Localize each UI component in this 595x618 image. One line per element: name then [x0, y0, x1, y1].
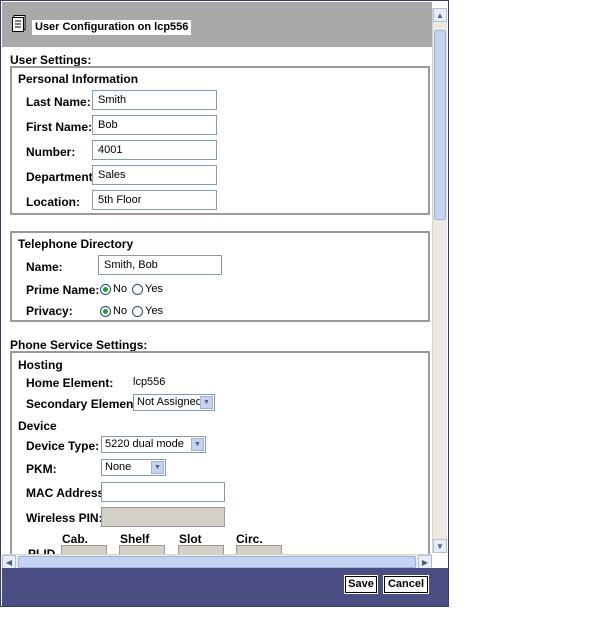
privacy-yes-label: Yes [145, 305, 163, 317]
chevron-down-icon: ▼ [151, 461, 164, 474]
scroll-up-icon[interactable]: ▲ [433, 8, 447, 22]
mac-address-label: MAC Address: [26, 486, 109, 500]
phone-service-heading: Phone Service Settings: [10, 338, 148, 352]
prime-name-no-radio[interactable] [100, 284, 111, 295]
dialog-footer: Save Cancel [2, 568, 448, 606]
horizontal-scroll-thumb[interactable] [18, 556, 416, 568]
secondary-element-value: Not Assigned [137, 396, 202, 408]
prime-name-yes-label: Yes [145, 283, 163, 295]
window-title: User Configuration on lcp556 [32, 20, 192, 35]
location-field[interactable]: 5th Floor [92, 190, 217, 210]
mac-address-field[interactable] [101, 482, 225, 502]
last-name-field[interactable]: Smith [92, 90, 217, 110]
first-name-label: First Name: [26, 120, 93, 134]
directory-name-label: Name: [26, 260, 63, 274]
vertical-scroll-thumb[interactable] [434, 30, 446, 220]
plid-column-slot: Slot [179, 532, 202, 546]
device-type-label: Device Type: [26, 439, 100, 453]
title-bar: User Configuration on lcp556 [2, 2, 432, 47]
department-field[interactable]: Sales [92, 165, 217, 185]
save-button[interactable]: Save [345, 576, 377, 593]
privacy-label: Privacy: [26, 304, 73, 318]
first-name-field[interactable]: Bob [92, 115, 217, 135]
last-name-label: Last Name: [26, 95, 91, 109]
dialog-window: User Configuration on lcp556 User Settin… [0, 0, 449, 607]
device-type-select[interactable]: 5220 dual mode ▼ [101, 436, 206, 453]
plid-column-circ: Circ. [236, 532, 263, 546]
secondary-element-label: Secondary Element: [26, 397, 142, 411]
home-element-value: lcp556 [133, 376, 166, 388]
phone-service-group: Hosting Home Element: lcp556 Secondary E… [10, 351, 430, 556]
privacy-no-label: No [113, 305, 128, 317]
secondary-element-select[interactable]: Not Assigned ▼ [133, 394, 215, 411]
cancel-button[interactable]: Cancel [384, 576, 428, 593]
pkm-value: None [105, 461, 132, 473]
department-label: Department: [26, 170, 97, 184]
personal-information-group: Personal Information Last Name: Smith Fi… [10, 66, 430, 215]
pkm-label: PKM: [26, 462, 57, 476]
home-element-label: Home Element: [26, 376, 114, 390]
prime-name-label: Prime Name: [26, 283, 100, 297]
chevron-down-icon: ▼ [200, 396, 213, 409]
device-heading: Device [18, 419, 57, 433]
scroll-left-icon[interactable]: ◀ [2, 555, 16, 569]
personal-information-heading: Personal Information [18, 72, 139, 86]
number-field[interactable]: 4001 [92, 140, 217, 160]
number-label: Number: [26, 145, 76, 159]
vertical-scrollbar[interactable]: ▲ ▼ [432, 8, 447, 553]
plid-column-shelf: Shelf [120, 532, 150, 546]
user-settings-heading: User Settings: [10, 53, 92, 67]
wireless-pin-field[interactable] [101, 507, 225, 527]
prime-name-yes-radio[interactable] [132, 284, 143, 295]
privacy-no-radio[interactable] [100, 306, 111, 317]
pkm-select[interactable]: None ▼ [101, 459, 166, 476]
wireless-pin-label: Wireless PIN: [26, 511, 103, 525]
chevron-down-icon: ▼ [191, 438, 204, 451]
document-icon [12, 15, 26, 32]
scroll-right-icon[interactable]: ▶ [418, 555, 432, 569]
plid-column-cab: Cab. [62, 532, 89, 546]
privacy-yes-radio[interactable] [132, 306, 143, 317]
horizontal-scrollbar[interactable]: ◀ ▶ [2, 554, 432, 569]
telephone-directory-group: Telephone Directory Name: Smith, Bob Pri… [10, 231, 430, 322]
directory-name-field[interactable]: Smith, Bob [98, 255, 222, 275]
hosting-heading: Hosting [18, 358, 63, 372]
prime-name-no-label: No [113, 283, 128, 295]
location-label: Location: [26, 195, 80, 209]
telephone-directory-heading: Telephone Directory [18, 237, 134, 251]
scroll-down-icon[interactable]: ▼ [433, 539, 447, 553]
device-type-value: 5220 dual mode [105, 438, 184, 450]
